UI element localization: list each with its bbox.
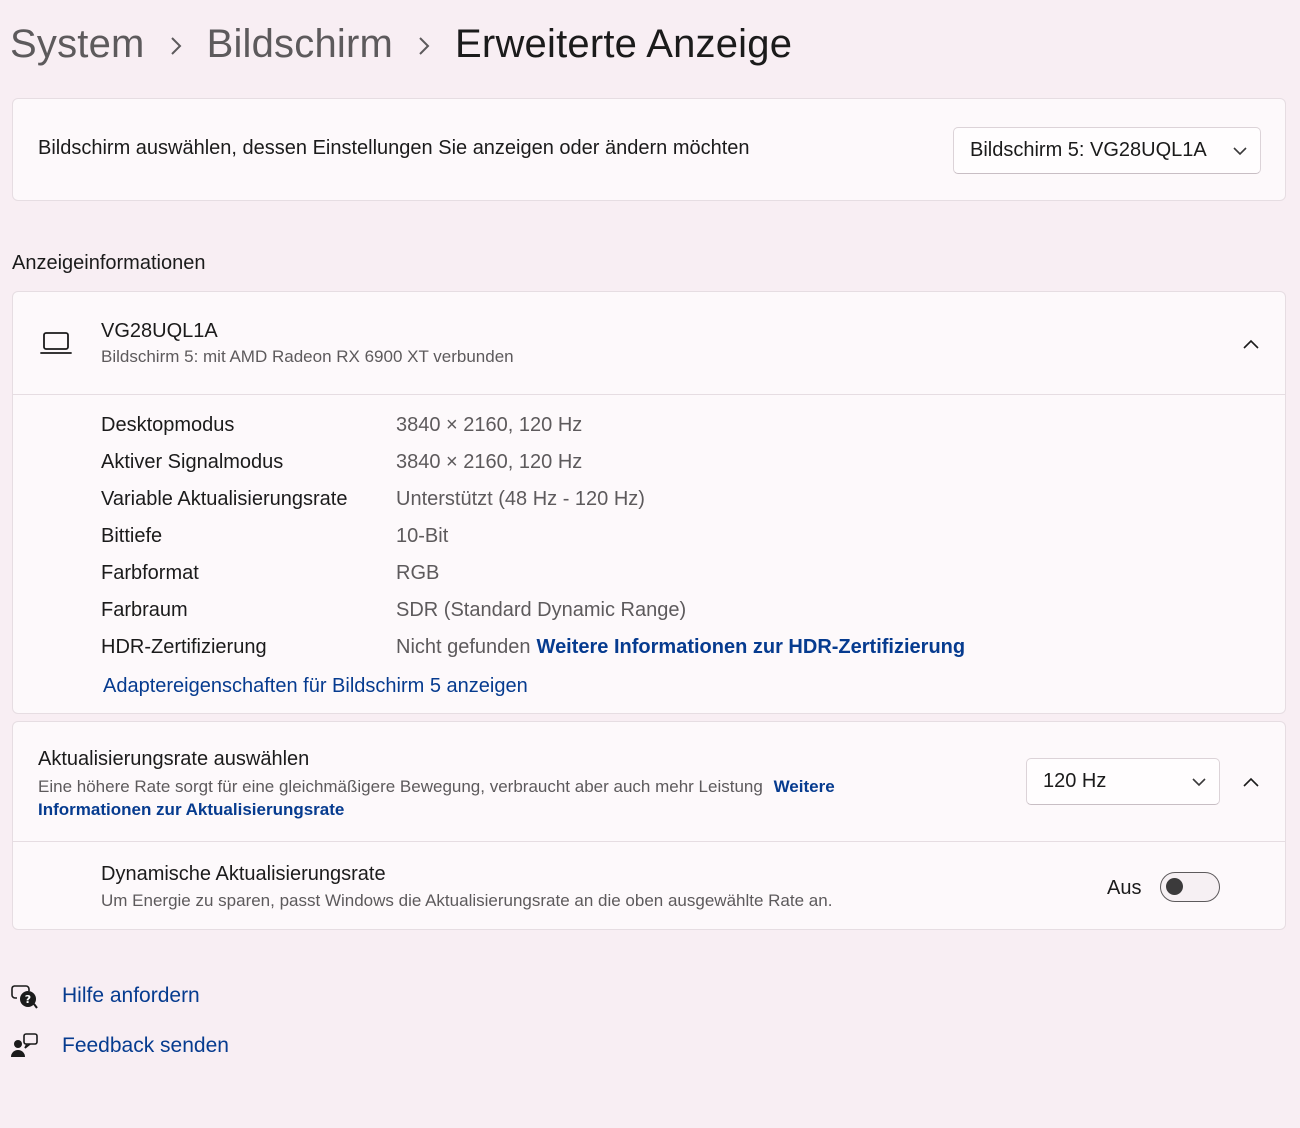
laptop-icon xyxy=(40,331,74,362)
info-value: 10-Bit xyxy=(396,524,449,547)
help-chat-icon: ? xyxy=(10,982,40,1012)
info-value: Unterstützt (48 Hz - 120 Hz) xyxy=(396,487,645,510)
info-label: HDR-Zertifizierung xyxy=(101,635,267,658)
info-row: Desktopmodus 3840 × 2160, 120 Hz xyxy=(101,410,582,440)
refresh-rate-dropdown[interactable]: 120 Hz xyxy=(1026,758,1220,805)
monitor-connection: Bildschirm 5: mit AMD Radeon RX 6900 XT … xyxy=(101,347,514,366)
info-label: Aktiver Signalmodus xyxy=(101,450,284,473)
refresh-rate-info-link-cont[interactable]: Informationen zur Aktualisierungsrate xyxy=(38,800,344,819)
display-select-card: Bildschirm auswählen, dessen Einstellung… xyxy=(12,98,1286,201)
info-row: Variable Aktualisierungsrate Unterstützt… xyxy=(101,484,645,514)
info-row-hdr: HDR-Zertifizierung Nicht gefunden Weiter… xyxy=(101,632,965,662)
info-label: Desktopmodus xyxy=(101,413,235,436)
svg-text:?: ? xyxy=(25,993,31,1006)
divider xyxy=(13,394,1285,395)
chevron-down-icon xyxy=(1179,777,1219,787)
refresh-rate-desc-text: Eine höhere Rate sorgt für eine gleichmä… xyxy=(38,777,763,796)
display-select-value: Bildschirm 5: VG28UQL1A xyxy=(970,139,1207,161)
feedback-link[interactable]: Feedback senden xyxy=(62,1034,229,1058)
section-title-display-info: Anzeigeinformationen xyxy=(12,252,206,274)
page-title: Erweiterte Anzeige xyxy=(455,21,793,66)
chevron-right-icon xyxy=(145,22,207,67)
help-link[interactable]: Hilfe anfordern xyxy=(62,984,200,1008)
refresh-rate-title: Aktualisierungsrate auswählen xyxy=(38,748,310,770)
info-row: Farbformat RGB xyxy=(101,558,439,588)
hdr-value: Nicht gefunden xyxy=(396,635,531,658)
display-info-header[interactable]: VG28UQL1A Bildschirm 5: mit AMD Radeon R… xyxy=(13,292,1285,394)
chevron-down-icon xyxy=(1220,146,1260,156)
info-value: SDR (Standard Dynamic Range) xyxy=(396,598,687,621)
chevron-up-icon[interactable] xyxy=(1233,326,1269,362)
info-label: Bittiefe xyxy=(101,524,163,547)
info-row: Aktiver Signalmodus 3840 × 2160, 120 Hz xyxy=(101,447,582,477)
chevron-up-icon[interactable] xyxy=(1233,764,1269,800)
hdr-info-link[interactable]: Weitere Informationen zur HDR-Zertifizie… xyxy=(537,636,966,659)
info-row: Farbraum SDR (Standard Dynamic Range) xyxy=(101,595,686,625)
adapter-properties-link-row: Adaptereigenschaften für Bildschirm 5 an… xyxy=(103,671,528,701)
monitor-name: VG28UQL1A xyxy=(101,320,218,342)
divider xyxy=(13,841,1285,842)
info-row: Bittiefe 10-Bit xyxy=(101,521,448,551)
breadcrumb-item-system[interactable]: System xyxy=(10,22,145,67)
dynamic-refresh-toggle[interactable] xyxy=(1160,872,1220,902)
refresh-rate-info-link[interactable]: Weitere xyxy=(768,777,835,796)
chevron-right-icon xyxy=(393,22,455,67)
info-value: 3840 × 2160, 120 Hz xyxy=(396,413,583,436)
toggle-knob xyxy=(1166,878,1183,895)
refresh-rate-description: Eine höhere Rate sorgt für eine gleichmä… xyxy=(38,775,918,821)
display-select-label: Bildschirm auswählen, dessen Einstellung… xyxy=(38,137,750,159)
adapter-properties-link[interactable]: Adaptereigenschaften für Bildschirm 5 an… xyxy=(103,675,528,698)
info-label: Farbformat xyxy=(101,561,199,584)
refresh-rate-value: 120 Hz xyxy=(1043,770,1107,792)
breadcrumb: System Bildschirm Erweiterte Anzeige xyxy=(10,16,792,72)
dynamic-refresh-description: Um Energie zu sparen, passt Windows die … xyxy=(101,891,833,910)
display-select-dropdown[interactable]: Bildschirm 5: VG28UQL1A xyxy=(953,127,1261,174)
breadcrumb-item-bildschirm[interactable]: Bildschirm xyxy=(207,22,393,67)
info-label: Variable Aktualisierungsrate xyxy=(101,487,348,510)
info-value: 3840 × 2160, 120 Hz xyxy=(396,450,583,473)
info-value: RGB xyxy=(396,561,440,584)
refresh-rate-card: Aktualisierungsrate auswählen Eine höher… xyxy=(12,721,1286,930)
feedback-person-icon xyxy=(10,1032,40,1062)
dynamic-refresh-state-label: Aus xyxy=(1107,877,1142,899)
dynamic-refresh-title: Dynamische Aktualisierungsrate xyxy=(101,863,386,885)
info-label: Farbraum xyxy=(101,598,188,621)
